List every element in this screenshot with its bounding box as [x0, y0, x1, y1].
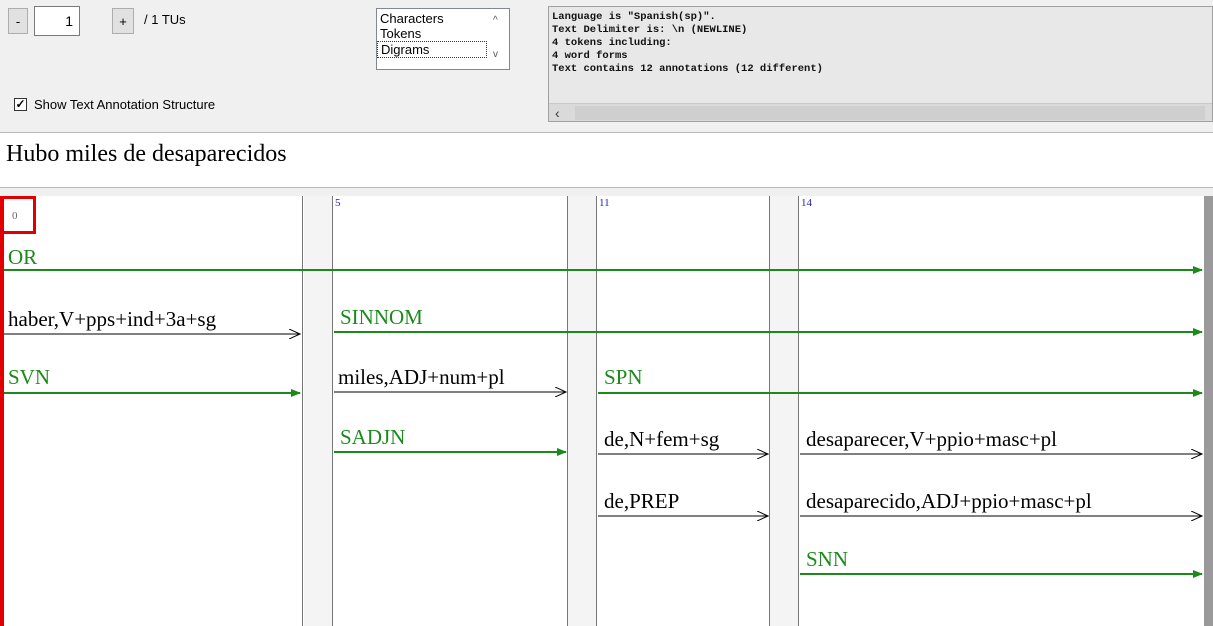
annotation-arrows — [4, 266, 1203, 578]
display-mode-list[interactable]: Characters Tokens Digrams ^ v — [376, 8, 510, 70]
horizontal-scrollbar[interactable]: ‹ — [549, 103, 1212, 121]
annotation-sadjn[interactable]: SADJN — [340, 426, 405, 448]
info-line: 4 tokens including: — [552, 37, 672, 49]
annotation-de-prep[interactable]: de,PREP — [604, 490, 679, 512]
info-line: 4 word forms — [552, 50, 628, 62]
scroll-left-icon[interactable]: ‹ — [555, 105, 560, 121]
annotation-snn[interactable]: SNN — [806, 548, 848, 570]
annotation-svn[interactable]: SVN — [8, 366, 50, 388]
annotation-desaparecer[interactable]: desaparecer,V+ppio+masc+pl — [806, 428, 1057, 450]
tu-number-input[interactable]: 1 — [34, 6, 80, 36]
info-text-area[interactable]: Language is "Spanish(sp)". Text Delimiter… — [548, 6, 1213, 122]
info-line: Text contains 12 annotations (12 differe… — [552, 63, 823, 75]
next-tu-button[interactable]: + — [112, 8, 134, 34]
annotation-haber[interactable]: haber,V+pps+ind+3a+sg — [8, 308, 216, 330]
scroll-down-icon[interactable]: v — [493, 49, 498, 60]
list-item-characters[interactable]: Characters — [377, 11, 509, 26]
list-item-tokens[interactable]: Tokens — [377, 26, 509, 41]
show-structure-checkbox[interactable]: ✓ — [14, 98, 27, 111]
sentence-display[interactable]: Hubo miles de desaparecidos — [0, 132, 1213, 188]
previous-tu-button[interactable]: - — [8, 8, 28, 34]
scroll-up-icon[interactable]: ^ — [493, 15, 498, 26]
list-item-digrams[interactable]: Digrams — [377, 41, 487, 58]
scrollbar-thumb[interactable] — [575, 106, 1205, 120]
annotation-structure-view[interactable]: 0 5 11 14 OR haber,V+pps+ind+3a+sg SINNO… — [0, 196, 1213, 626]
annotation-sinnom[interactable]: SINNOM — [340, 306, 423, 328]
annotation-desaparecido[interactable]: desaparecido,ADJ+ppio+masc+pl — [806, 490, 1092, 512]
sentence-text: Hubo miles de desaparecidos — [6, 141, 287, 167]
top-panel: - 1 + / 1 TUs Characters Tokens Digrams … — [0, 0, 1213, 130]
info-line: Language is "Spanish(sp)". — [552, 11, 716, 23]
tu-total-label: / 1 TUs — [144, 12, 186, 27]
annotation-de-n[interactable]: de,N+fem+sg — [604, 428, 719, 450]
annotation-miles[interactable]: miles,ADJ+num+pl — [338, 366, 505, 388]
show-structure-label: Show Text Annotation Structure — [34, 97, 216, 112]
annotation-or[interactable]: OR — [8, 246, 37, 268]
info-line: Text Delimiter is: \n (NEWLINE) — [552, 24, 748, 36]
annotation-spn[interactable]: SPN — [604, 366, 643, 388]
